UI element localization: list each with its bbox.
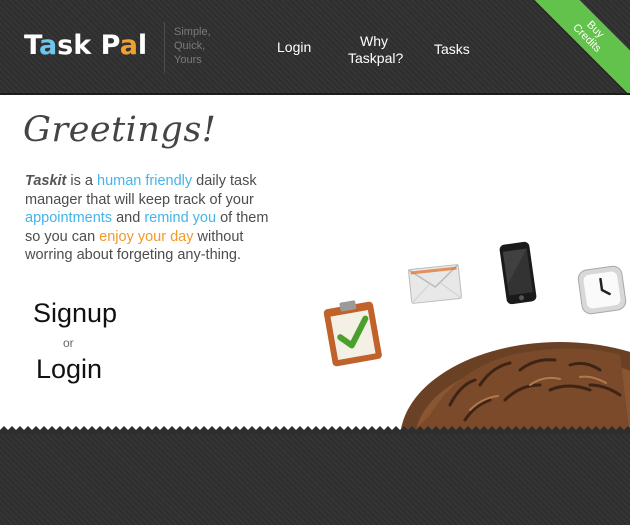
intro-paragraph: Taskit is a human friendly daily task ma…	[25, 172, 287, 265]
intro-highlight: enjoy your day	[99, 228, 194, 245]
logo-letter: a	[119, 30, 138, 61]
or-separator: or	[63, 336, 74, 350]
site-header: Task Pal Simple, Quick, Yours Login Why …	[0, 0, 630, 95]
signup-link[interactable]: Signup	[33, 298, 117, 329]
tagline-line: Simple,	[174, 26, 211, 38]
nav-login-link[interactable]: Login	[277, 39, 311, 56]
intro-highlight: remind you	[144, 210, 217, 226]
logo-letter: a	[38, 30, 58, 61]
nav-why-taskpal-link[interactable]: Why Taskpal?	[348, 33, 404, 67]
tagline-line: Yours	[174, 54, 202, 66]
logo-letter: P	[91, 30, 120, 61]
hair-head-icon	[400, 342, 630, 435]
logo-letter: s	[57, 30, 74, 61]
site-footer	[0, 434, 630, 525]
page-title: Greetings!	[23, 110, 217, 150]
logo-letter: l	[137, 30, 148, 61]
logo-letter: T	[24, 30, 39, 61]
smartphone-icon	[499, 241, 537, 305]
logo-letter: k	[73, 30, 92, 61]
intro-text: and	[112, 210, 145, 226]
intro-text: is a	[66, 173, 97, 189]
nav-tasks-link[interactable]: Tasks	[434, 41, 470, 58]
intro-brand: Taskit	[25, 173, 67, 189]
tagline-line: Quick,	[174, 40, 206, 52]
envelope-icon	[407, 263, 462, 304]
header-divider	[164, 22, 165, 73]
clipboard-check-icon	[323, 300, 382, 367]
tagline: Simple, Quick, Yours	[174, 25, 211, 67]
login-link[interactable]: Login	[36, 354, 102, 385]
intro-highlight: human friendly	[97, 173, 193, 189]
nav-why-line2: Taskpal?	[348, 50, 404, 66]
hero-illustration	[323, 241, 630, 435]
clock-icon	[577, 265, 627, 315]
intro-highlight: appointments	[25, 210, 113, 226]
buy-credits-ribbon[interactable]: Buy Credits	[526, 0, 630, 93]
nav-why-line1: Why	[360, 33, 388, 49]
taskpal-logo[interactable]: Task Pal	[24, 30, 147, 61]
